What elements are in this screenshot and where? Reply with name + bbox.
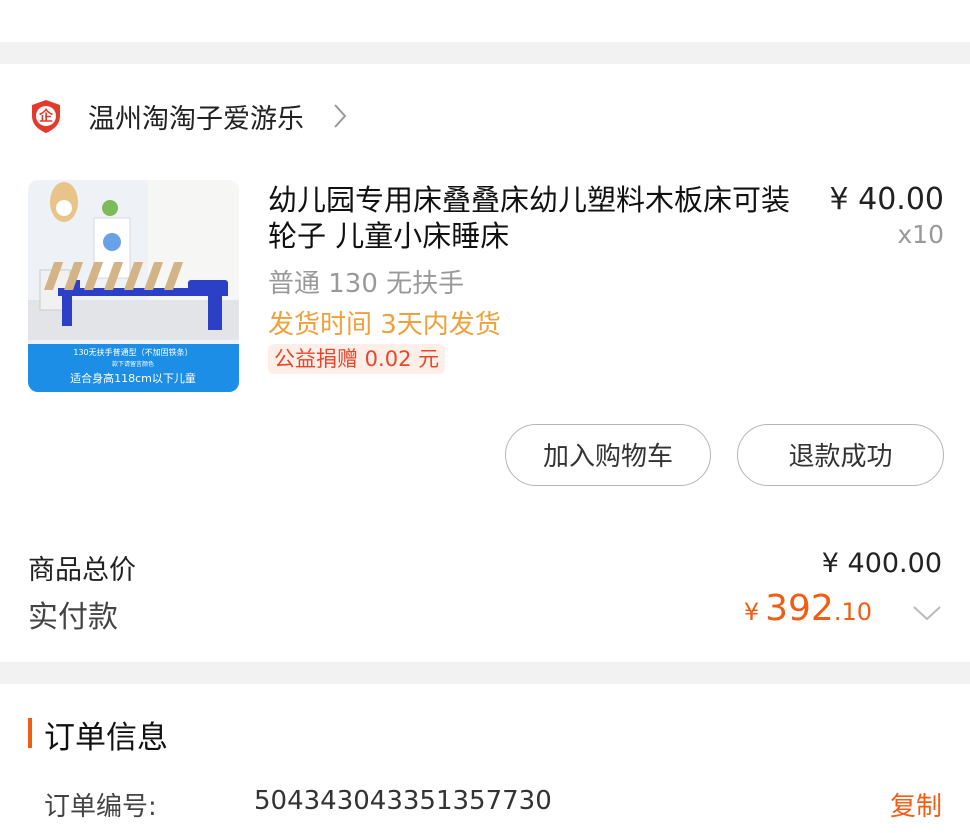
shop-name[interactable]: 温州淘淘子爱游乐 (88, 97, 304, 136)
refund-status-button[interactable]: 退款成功 (737, 424, 944, 486)
previous-section-strip (0, 0, 970, 42)
sku-spec: 普通 130 无扶手 (268, 269, 465, 299)
chevron-right-icon[interactable] (332, 102, 348, 130)
image-caption-3: 适合身高118cm以下儿童 (70, 371, 196, 385)
enterprise-shield-icon: 企 (32, 100, 60, 133)
order-number-label: 订单编号: (44, 792, 157, 822)
product-image: 130无扶手普通型（不加固铁条） 款下请留言颜色 适合身高118cm以下儿童 (28, 180, 239, 392)
copy-order-number-button[interactable]: 复制 (890, 786, 942, 823)
shop-header[interactable]: 企 温州淘淘子爱游乐 (28, 96, 348, 136)
image-caption-2: 款下请留言颜色 (112, 360, 154, 368)
chevron-down-icon[interactable] (912, 604, 942, 622)
paid-integer: 392 (765, 588, 834, 629)
paid-decimal: .10 (833, 598, 872, 626)
product-title[interactable]: 幼儿园专用床叠叠床幼儿塑料木板床可装轮子 儿童小床睡床 (268, 182, 808, 254)
charity-badge: 公益捐赠 0.02 元 (268, 344, 446, 374)
section-accent-bar (28, 718, 32, 748)
amount-paid-value: ¥392.10 (744, 588, 872, 629)
shop-badge-text: 企 (38, 108, 54, 125)
order-info-card: 订单信息 订单编号: 504343043351357730 复制 (0, 684, 970, 833)
total-price-label: 商品总价 (28, 555, 136, 586)
quantity: x10 (897, 220, 944, 249)
add-to-cart-button[interactable]: 加入购物车 (505, 424, 711, 486)
order-number-value: 504343043351357730 (254, 786, 552, 816)
amount-paid-label: 实付款 (28, 600, 118, 635)
unit-price: ¥ 40.00 (829, 182, 944, 217)
order-info-title: 订单信息 (44, 720, 168, 756)
image-caption-1: 130无扶手普通型（不加固铁条） (73, 347, 192, 357)
total-price-value: ¥ 400.00 (821, 548, 942, 579)
product-thumbnail[interactable]: 130无扶手普通型（不加固铁条） 款下请留言颜色 适合身高118cm以下儿童 (28, 180, 239, 392)
shipping-time: 发货时间 3天内发货 (268, 310, 501, 340)
paid-currency: ¥ (743, 598, 760, 626)
order-item-card: 企 温州淘淘子爱游乐 130无扶手普通型（不加固铁条） 款下请留言颜色 适合身高… (0, 64, 970, 662)
